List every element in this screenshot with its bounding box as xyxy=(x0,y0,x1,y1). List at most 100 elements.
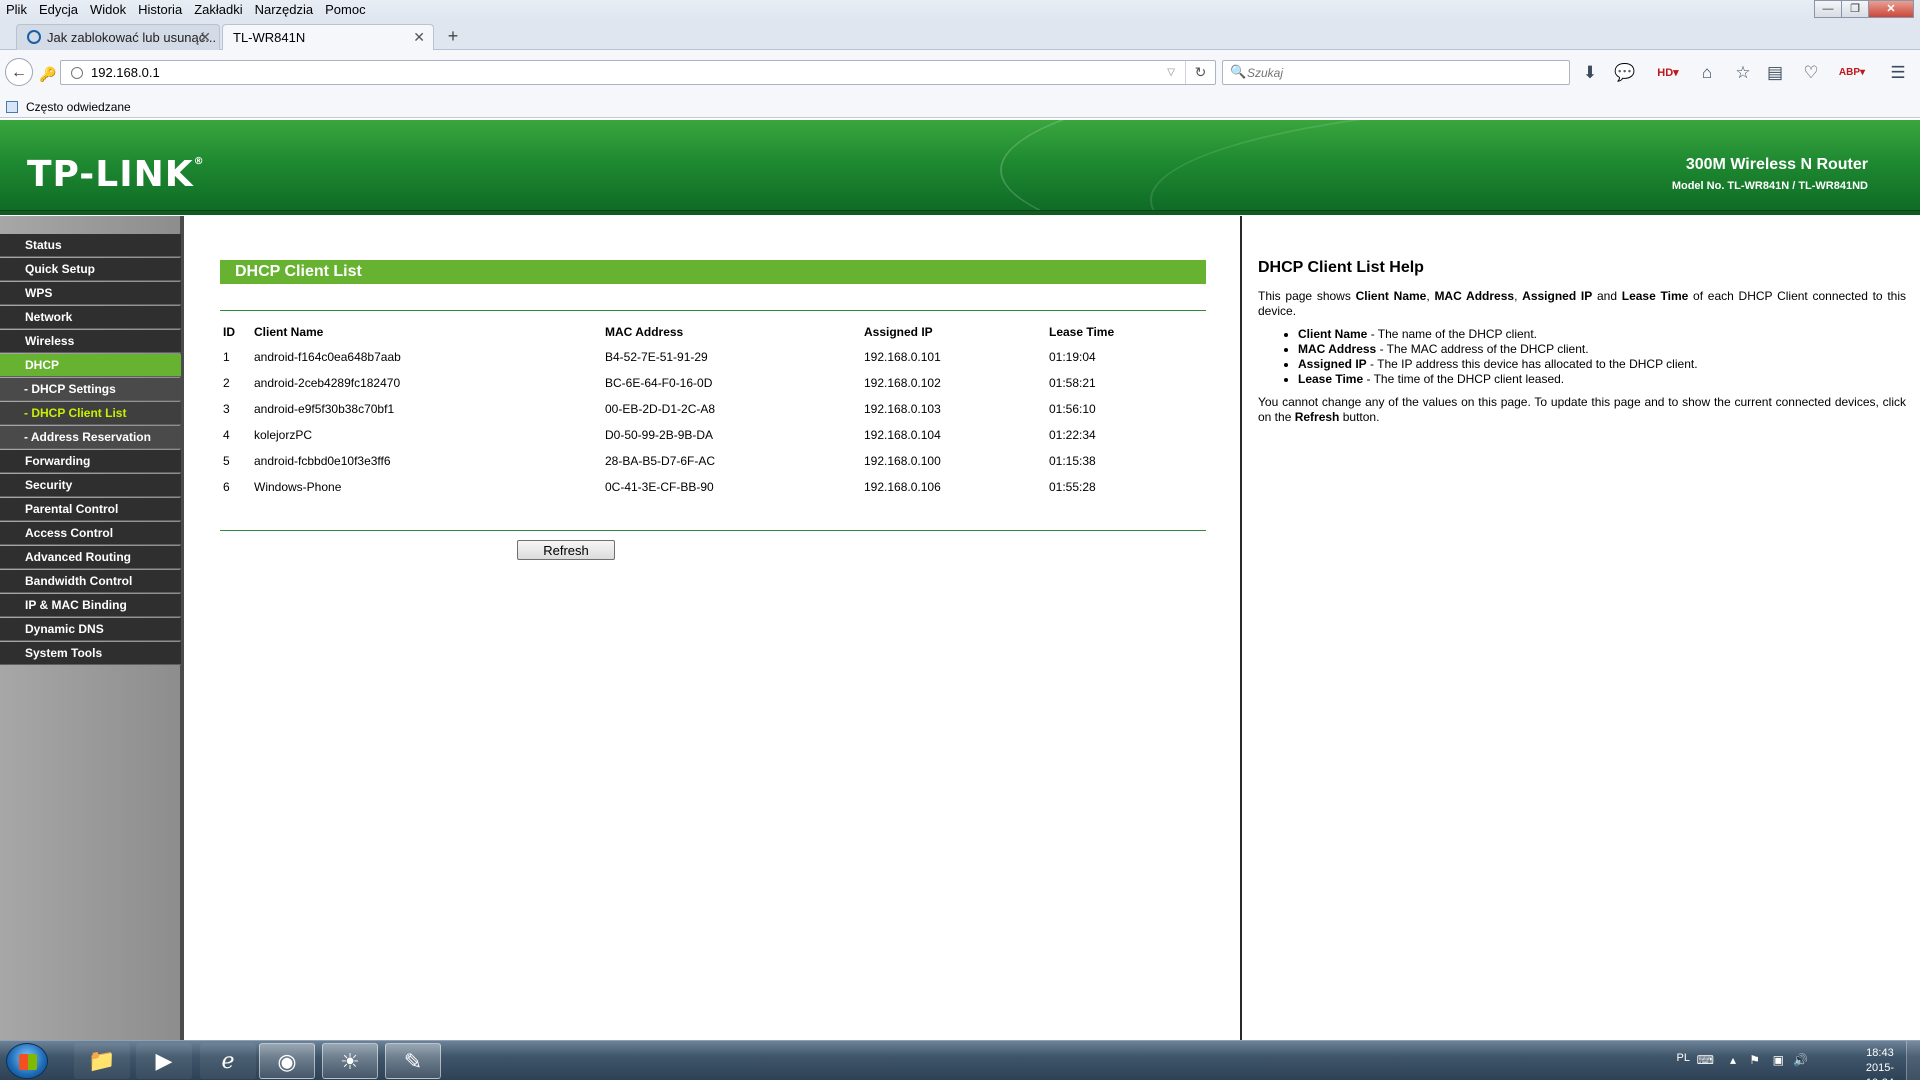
sidebar-item-quick-setup[interactable]: Quick Setup xyxy=(0,258,181,281)
sidebar-item-parental-control[interactable]: Parental Control xyxy=(0,498,181,521)
sidebar-item-wireless[interactable]: Wireless xyxy=(0,330,181,353)
firefox-icon[interactable]: ◉ xyxy=(259,1043,315,1079)
sidebar-item-address-reservation[interactable]: - Address Reservation xyxy=(0,426,181,449)
divider xyxy=(220,530,1206,531)
help-footer: You cannot change any of the values on t… xyxy=(1258,395,1906,425)
sidebar-item-access-control[interactable]: Access Control xyxy=(0,522,181,545)
maximize-icon[interactable]: ❐ xyxy=(1841,0,1869,18)
menu-help[interactable]: Pomoc xyxy=(319,0,371,20)
tab-inactive[interactable]: Jak zablokować lub usunąć... ✕ xyxy=(16,24,220,50)
tab-close-icon[interactable]: ✕ xyxy=(199,25,211,50)
sidebar-item-dhcp-settings[interactable]: - DHCP Settings xyxy=(0,378,181,401)
help-text: - The IP address this device has allocat… xyxy=(1366,357,1698,371)
help-term: Assigned IP xyxy=(1298,357,1367,371)
table-header-row: ID Client Name MAC Address Assigned IP L… xyxy=(220,320,1206,344)
logo-text: TP-LINK xyxy=(27,154,194,195)
url-text[interactable]: 192.168.0.1 xyxy=(91,61,160,84)
cell-lease-time: 01:58:21 xyxy=(1049,376,1096,390)
help-list-item: Client Name - The name of the DHCP clien… xyxy=(1298,327,1906,342)
chat-icon[interactable]: 💬 xyxy=(1613,62,1637,84)
sidebar-item-advanced-routing[interactable]: Advanced Routing xyxy=(0,546,181,569)
hamburger-menu-icon[interactable]: ☰ xyxy=(1886,62,1910,84)
show-hidden-icons-icon[interactable]: ▴ xyxy=(1730,1053,1736,1067)
cell-id: 4 xyxy=(223,428,230,442)
action-center-flag-icon[interactable]: ⚑ xyxy=(1749,1053,1760,1067)
adblock-icon[interactable]: ABP▾ xyxy=(1836,62,1868,84)
home-icon[interactable]: ⌂ xyxy=(1695,62,1719,84)
close-window-icon[interactable]: ✕ xyxy=(1868,0,1914,18)
clock[interactable]: 18:43 2015-10-24 xyxy=(1866,1046,1894,1080)
sidebar-item-dynamic-dns[interactable]: Dynamic DNS xyxy=(0,618,181,641)
column-header-mac-address: MAC Address xyxy=(605,325,684,339)
product-name: 300M Wireless N Router xyxy=(1685,156,1868,173)
help-term: Lease Time xyxy=(1621,289,1689,303)
sidebar-item-dhcp-client-list[interactable]: - DHCP Client List xyxy=(0,402,181,425)
cell-client-name: android-e9f5f30b38c70bf1 xyxy=(254,402,395,416)
sidebar-item-wps[interactable]: WPS xyxy=(0,282,181,305)
tab-strip: Jak zablokować lub usunąć... ✕ TL-WR841N… xyxy=(0,20,1920,50)
menu-edit[interactable]: Edycja xyxy=(33,0,84,20)
menu-view[interactable]: Widok xyxy=(84,0,132,20)
hd-video-icon[interactable]: HD▾ xyxy=(1652,62,1684,84)
cell-client-name: kolejorzPC xyxy=(254,428,313,442)
bookmark-most-visited[interactable]: Często odwiedzane xyxy=(6,98,131,116)
sidebar-item-forwarding[interactable]: Forwarding xyxy=(0,450,181,473)
sidebar-item-status[interactable]: Status xyxy=(0,234,181,257)
show-desktop-button[interactable] xyxy=(1906,1041,1920,1080)
internet-explorer-icon[interactable]: ℯ xyxy=(200,1043,256,1079)
help-text: button. xyxy=(1339,410,1380,424)
cell-id: 1 xyxy=(223,350,230,364)
sun-app-icon[interactable]: ☀ xyxy=(322,1043,378,1079)
sidebar-item-network[interactable]: Network xyxy=(0,306,181,329)
cell-lease-time: 01:19:04 xyxy=(1049,350,1096,364)
url-dropdown-icon[interactable]: ▽ xyxy=(1167,61,1175,84)
cell-client-name: android-2ceb4289fc182470 xyxy=(254,376,401,390)
media-player-icon[interactable]: ▶ xyxy=(136,1043,192,1079)
help-term: Client Name xyxy=(1298,327,1368,341)
language-indicator[interactable]: PL xyxy=(1677,1052,1690,1064)
menu-bookmarks[interactable]: Zakładki xyxy=(188,0,248,20)
header-divider xyxy=(0,210,1920,215)
page-title: DHCP Client List xyxy=(220,260,1206,284)
url-bar[interactable]: 192.168.0.1 ▽ ↻ xyxy=(60,60,1216,85)
pocket-icon[interactable]: ♡ xyxy=(1799,62,1823,84)
back-arrow-icon[interactable]: ← xyxy=(5,58,33,86)
new-tab-icon[interactable]: + xyxy=(440,25,466,49)
table-row: 6 Windows-Phone 0C-41-3E-CF-BB-90 192.168.0… xyxy=(220,474,1206,500)
volume-icon[interactable]: 🔊 xyxy=(1793,1053,1808,1067)
tab-close-icon[interactable]: ✕ xyxy=(413,25,425,50)
reload-icon[interactable]: ↻ xyxy=(1185,61,1215,84)
reading-list-icon[interactable]: ▤ xyxy=(1763,62,1787,84)
start-button[interactable] xyxy=(6,1043,48,1079)
help-list-item: Lease Time - The time of the DHCP client… xyxy=(1298,372,1906,387)
keyboard-icon[interactable]: ⌨ xyxy=(1697,1053,1714,1067)
refresh-button[interactable]: Refresh xyxy=(517,540,615,560)
column-header-id: ID xyxy=(223,325,235,339)
paint-icon[interactable]: ✎ xyxy=(385,1043,441,1079)
logo-trademark: ® xyxy=(193,156,205,167)
menu-file[interactable]: Plik xyxy=(0,0,33,20)
sidebar-item-bandwidth-control[interactable]: Bandwidth Control xyxy=(0,570,181,593)
cell-id: 6 xyxy=(223,480,230,494)
dhcp-client-table: ID Client Name MAC Address Assigned IP L… xyxy=(220,320,1206,500)
minimize-icon[interactable]: — xyxy=(1814,0,1842,18)
network-icon[interactable]: ▣ xyxy=(1773,1053,1784,1067)
search-input[interactable] xyxy=(1247,63,1557,83)
explorer-folder-icon[interactable]: 📁 xyxy=(74,1043,130,1079)
table-row: 1 android-f164c0ea648b7aab B4-52-7E-51-91-… xyxy=(220,344,1206,370)
download-icon[interactable]: ⬇ xyxy=(1578,62,1602,84)
sidebar-item-security[interactable]: Security xyxy=(0,474,181,497)
bookmark-star-icon[interactable]: ☆ xyxy=(1731,62,1755,84)
help-text: - The name of the DHCP client. xyxy=(1367,327,1537,341)
table-row: 2 android-2ceb4289fc182470 BC-6E-64-F0-16-… xyxy=(220,370,1206,396)
menu-tools[interactable]: Narzędzia xyxy=(249,0,320,20)
menu-history[interactable]: Historia xyxy=(132,0,188,20)
tab-active[interactable]: TL-WR841N ✕ xyxy=(222,24,434,50)
globe-icon xyxy=(71,67,83,79)
sidebar-item-ip-mac-binding[interactable]: IP & MAC Binding xyxy=(0,594,181,617)
key-icon[interactable]: 🔑 xyxy=(38,60,58,84)
sidebar-item-system-tools[interactable]: System Tools xyxy=(0,642,181,665)
bookmark-label: Często odwiedzane xyxy=(26,100,131,114)
search-bar[interactable]: 🔍 xyxy=(1222,60,1570,85)
sidebar-item-dhcp[interactable]: DHCP xyxy=(0,354,181,377)
